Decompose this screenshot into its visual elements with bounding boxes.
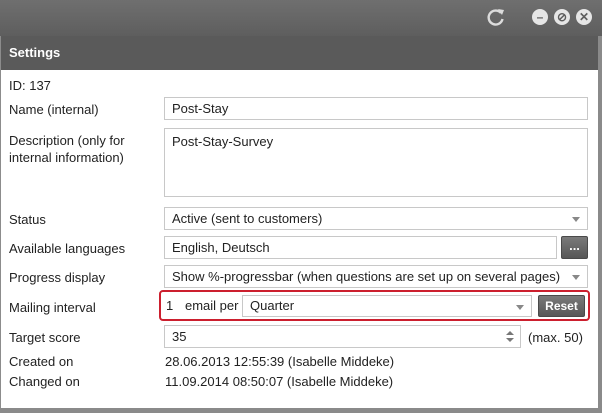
spin-down-icon[interactable] — [506, 338, 514, 342]
languages-label: Available languages — [9, 241, 126, 256]
mailing-reset-button[interactable]: Reset — [538, 295, 585, 317]
target-score-input[interactable]: 35 — [164, 325, 521, 348]
minimize-icon[interactable]: – — [532, 9, 548, 25]
progress-select[interactable]: Show %-progressbar (when questions are s… — [164, 265, 588, 288]
mailing-period-value: Quarter — [250, 298, 295, 313]
target-score-value: 35 — [172, 329, 187, 344]
name-input[interactable]: Post-Stay — [164, 97, 588, 120]
status-value: Active (sent to customers) — [172, 211, 323, 226]
mailing-label: Mailing interval — [9, 300, 96, 315]
languages-edit-button[interactable]: ... — [561, 236, 588, 259]
status-label: Status — [9, 212, 46, 227]
name-label: Name (internal) — [9, 102, 99, 117]
window-border-bottom — [0, 408, 602, 413]
spin-up-icon[interactable] — [506, 331, 514, 335]
chevron-down-icon — [572, 275, 580, 280]
window-border-right — [598, 36, 602, 408]
status-select[interactable]: Active (sent to customers) — [164, 207, 588, 230]
languages-field: English, Deutsch — [164, 236, 557, 259]
description-textarea[interactable]: Post-Stay-Survey — [164, 128, 588, 197]
progress-value: Show %-progressbar (when questions are s… — [172, 269, 561, 284]
changed-value: 11.09.2014 08:50:07 (Isabelle Middeke) — [165, 374, 394, 389]
target-label: Target score — [9, 330, 81, 345]
chevron-down-icon — [572, 217, 580, 222]
disable-icon[interactable]: ⊘ — [554, 9, 570, 25]
id-label: ID: 137 — [9, 78, 51, 93]
description-label: Description (only for internal informati… — [9, 133, 125, 165]
target-max-label: (max. 50) — [528, 330, 583, 345]
mailing-period-select[interactable]: Quarter — [242, 295, 532, 317]
created-value: 28.06.2013 12:55:39 (Isabelle Middeke) — [165, 354, 395, 369]
close-icon[interactable]: ✕ — [576, 9, 592, 25]
mailing-per-label: email per — [185, 298, 239, 313]
settings-panel: Settings ID: 137 Name (internal) Post-St… — [0, 36, 600, 409]
chevron-down-icon — [516, 305, 524, 310]
progress-label: Progress display — [9, 270, 106, 285]
refresh-icon[interactable] — [486, 7, 506, 27]
changed-label: Changed on — [9, 374, 80, 389]
mailing-count[interactable]: 1 — [166, 298, 173, 313]
window-titlebar: – ⊘ ✕ — [0, 0, 602, 36]
created-label: Created on — [9, 354, 74, 369]
mailing-interval-highlight: 1 email per Quarter Reset — [159, 290, 590, 321]
settings-header: Settings — [1, 36, 599, 70]
